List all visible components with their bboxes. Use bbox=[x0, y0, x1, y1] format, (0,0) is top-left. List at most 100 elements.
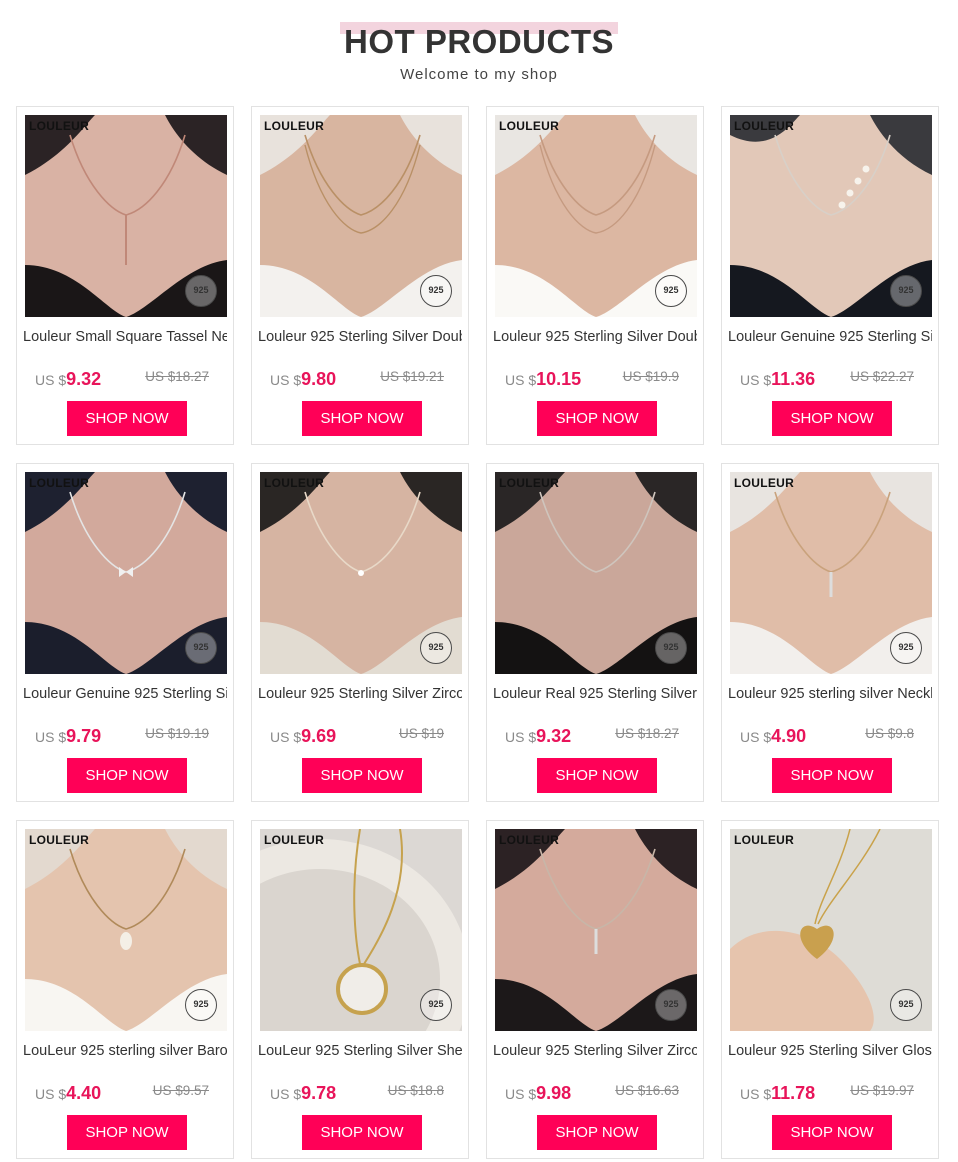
original-price: US $22.27 bbox=[850, 369, 914, 384]
page-title: HOT PRODUCTS bbox=[344, 23, 614, 60]
product-card[interactable]: LOULEUR 925 Louleur Small Square Tassel Ne… bbox=[16, 106, 234, 445]
brand-watermark: LOULEUR bbox=[734, 476, 795, 490]
sale-price: 9.78 bbox=[301, 1083, 337, 1103]
shop-now-button[interactable]: SHOP NOW bbox=[537, 401, 657, 436]
sale-price: 4.40 bbox=[66, 1083, 102, 1103]
currency-label: US $ bbox=[35, 1086, 67, 1102]
product-card[interactable]: LOULEUR 925 LouLeur 925 Sterling Silver Sh… bbox=[251, 820, 469, 1159]
product-card[interactable]: LOULEUR 925 LouLeur 925 sterling silver Ba… bbox=[16, 820, 234, 1159]
shop-now-button[interactable]: SHOP NOW bbox=[772, 758, 892, 793]
product-image[interactable]: LOULEUR 925 bbox=[495, 115, 697, 317]
silver-925-stamp-icon: 925 bbox=[420, 632, 452, 664]
product-image[interactable]: LOULEUR 925 bbox=[260, 829, 462, 1031]
product-image[interactable]: LOULEUR 925 bbox=[260, 472, 462, 674]
silver-925-stamp-icon: 925 bbox=[890, 275, 922, 307]
shop-now-button[interactable]: SHOP NOW bbox=[537, 758, 657, 793]
shop-now-button[interactable]: SHOP NOW bbox=[537, 1115, 657, 1150]
product-name[interactable]: Louleur Genuine 925 Sterling Silver Star… bbox=[728, 329, 932, 347]
product-card[interactable]: LOULEUR 925 Louleur 925 Sterling Silver Do… bbox=[251, 106, 469, 445]
original-price: US $19.97 bbox=[850, 1083, 914, 1098]
currency-label: US $ bbox=[505, 372, 537, 388]
silver-925-stamp-icon: 925 bbox=[655, 989, 687, 1021]
original-price: US $16.63 bbox=[615, 1083, 679, 1098]
price-row: US $9.32 US $18.27 bbox=[505, 722, 685, 746]
currency-label: US $ bbox=[270, 729, 302, 745]
currency-label: US $ bbox=[505, 1086, 537, 1102]
product-card[interactable]: LOULEUR 925 Louleur 925 sterling silver Ne… bbox=[721, 463, 939, 802]
brand-watermark: LOULEUR bbox=[264, 833, 325, 847]
product-image[interactable]: LOULEUR 925 bbox=[730, 115, 932, 317]
price-row: US $10.15 US $19.9 bbox=[505, 365, 685, 389]
silver-925-stamp-icon: 925 bbox=[890, 989, 922, 1021]
currency-label: US $ bbox=[740, 1086, 772, 1102]
product-card[interactable]: LOULEUR 925 Louleur Genuine 925 Sterling S… bbox=[16, 463, 234, 802]
brand-watermark: LOULEUR bbox=[734, 833, 795, 847]
shop-now-button[interactable]: SHOP NOW bbox=[772, 401, 892, 436]
price-current: US $9.79 bbox=[35, 726, 101, 747]
price-row: US $9.32 US $18.27 bbox=[35, 365, 215, 389]
product-name[interactable]: Louleur 925 Sterling Silver Glossy Gold … bbox=[728, 1043, 932, 1061]
sale-price: 9.32 bbox=[536, 726, 572, 746]
price-current: US $4.40 bbox=[35, 1083, 101, 1104]
product-image[interactable]: LOULEUR 925 bbox=[495, 829, 697, 1031]
brand-watermark: LOULEUR bbox=[264, 476, 325, 490]
product-name[interactable]: Louleur 925 Sterling Silver Zircon Neckl… bbox=[493, 1043, 697, 1061]
sale-price: 9.79 bbox=[66, 726, 102, 746]
price-current: US $4.90 bbox=[740, 726, 806, 747]
sale-price: 11.36 bbox=[771, 369, 816, 389]
product-name[interactable]: Louleur 925 Sterling Silver Double Layer… bbox=[258, 329, 462, 347]
shop-now-button[interactable]: SHOP NOW bbox=[67, 401, 187, 436]
product-card[interactable]: LOULEUR 925 Louleur 925 Sterling Silver Zi… bbox=[486, 820, 704, 1159]
shop-now-button[interactable]: SHOP NOW bbox=[302, 758, 422, 793]
silver-925-stamp-icon: 925 bbox=[185, 632, 217, 664]
product-card[interactable]: LOULEUR 925 Louleur Real 925 Sterling Silv… bbox=[486, 463, 704, 802]
price-current: US $9.80 bbox=[270, 369, 336, 390]
shop-now-button[interactable]: SHOP NOW bbox=[67, 758, 187, 793]
product-image[interactable]: LOULEUR 925 bbox=[495, 472, 697, 674]
product-image[interactable]: LOULEUR 925 bbox=[260, 115, 462, 317]
currency-label: US $ bbox=[35, 729, 67, 745]
price-row: US $11.36 US $22.27 bbox=[740, 365, 920, 389]
shop-now-button[interactable]: SHOP NOW bbox=[302, 401, 422, 436]
product-card[interactable]: LOULEUR 925 Louleur 925 Sterling Silver Gl… bbox=[721, 820, 939, 1159]
product-name[interactable]: LouLeur 925 Sterling Silver Shell Angel … bbox=[258, 1043, 462, 1061]
silver-925-stamp-icon: 925 bbox=[185, 989, 217, 1021]
product-name[interactable]: LouLeur 925 sterling silver Baroque pear… bbox=[23, 1043, 227, 1061]
original-price: US $19 bbox=[398, 726, 444, 741]
sale-price: 4.90 bbox=[771, 726, 807, 746]
currency-label: US $ bbox=[740, 729, 772, 745]
sale-price: 9.98 bbox=[536, 1083, 572, 1103]
silver-925-stamp-icon: 925 bbox=[655, 275, 687, 307]
header: HOT PRODUCTS Welcome to my shop bbox=[0, 0, 958, 100]
product-name[interactable]: Louleur Small Square Tassel Necklace 925… bbox=[23, 329, 227, 347]
price-row: US $9.80 US $19.21 bbox=[270, 365, 450, 389]
sale-price: 9.69 bbox=[301, 726, 337, 746]
product-image[interactable]: LOULEUR 925 bbox=[25, 472, 227, 674]
brand-watermark: LOULEUR bbox=[264, 119, 325, 133]
product-name[interactable]: Louleur Genuine 925 Sterling Silver Butt… bbox=[23, 686, 227, 704]
original-price: US $18.27 bbox=[145, 369, 209, 384]
page-subtitle: Welcome to my shop bbox=[400, 66, 558, 83]
product-image[interactable]: LOULEUR 925 bbox=[730, 472, 932, 674]
product-name[interactable]: Louleur 925 Sterling Silver Zircon Neckl… bbox=[258, 686, 462, 704]
product-image[interactable]: LOULEUR 925 bbox=[730, 829, 932, 1031]
product-image[interactable]: LOULEUR 925 bbox=[25, 115, 227, 317]
product-image[interactable]: LOULEUR 925 bbox=[25, 829, 227, 1031]
brand-watermark: LOULEUR bbox=[499, 833, 560, 847]
product-name[interactable]: Louleur 925 sterling silver Necklace 0.3… bbox=[728, 686, 932, 704]
shop-now-button[interactable]: SHOP NOW bbox=[67, 1115, 187, 1150]
brand-watermark: LOULEUR bbox=[29, 119, 90, 133]
product-card[interactable]: LOULEUR 925 Louleur 925 Sterling Silver Do… bbox=[486, 106, 704, 445]
shop-now-button[interactable]: SHOP NOW bbox=[772, 1115, 892, 1150]
silver-925-stamp-icon: 925 bbox=[420, 989, 452, 1021]
product-name[interactable]: Louleur 925 Sterling Silver Double Layer… bbox=[493, 329, 697, 347]
price-row: US $9.79 US $19.19 bbox=[35, 722, 215, 746]
product-card[interactable]: LOULEUR 925 Louleur 925 Sterling Silver Zi… bbox=[251, 463, 469, 802]
currency-label: US $ bbox=[270, 372, 302, 388]
brand-watermark: LOULEUR bbox=[734, 119, 795, 133]
price-row: US $9.78 US $18.8 bbox=[270, 1079, 450, 1103]
shop-now-button[interactable]: SHOP NOW bbox=[302, 1115, 422, 1150]
product-name[interactable]: Louleur Real 925 Sterling Silver Snake N… bbox=[493, 686, 697, 704]
product-card[interactable]: LOULEUR 925 Louleur Genuine 925 Sterling S… bbox=[721, 106, 939, 445]
silver-925-stamp-icon: 925 bbox=[185, 275, 217, 307]
